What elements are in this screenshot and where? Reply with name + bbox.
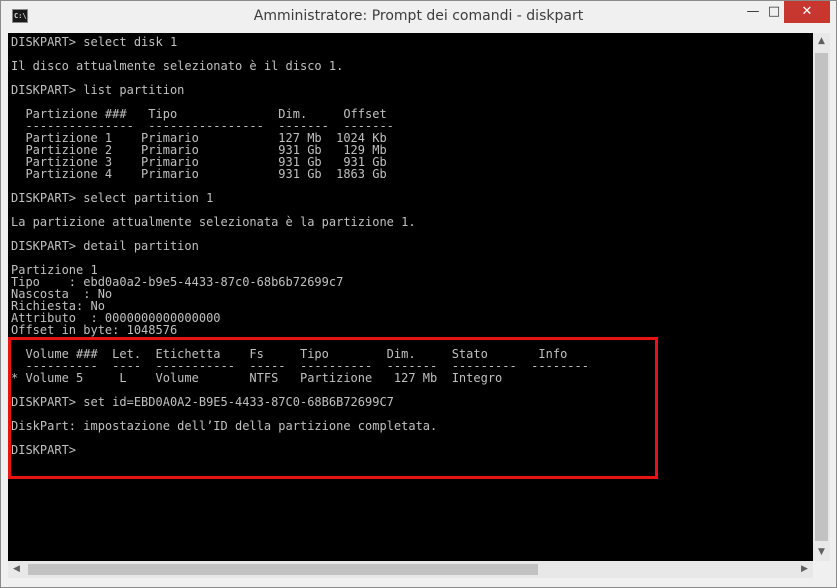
scroll-down-arrow-icon[interactable]: ▼ (813, 544, 830, 561)
console-line: DISKPART> (11, 443, 84, 457)
scroll-up-arrow-icon[interactable]: ▲ (813, 33, 830, 50)
console-line: DISKPART> set id=EBD0A0A2-B9E5-4433-87C0… (11, 395, 394, 409)
console-line: * Volume 5 L Volume NTFS Partizione 127 … (11, 371, 503, 385)
console-line: DISKPART> select partition 1 (11, 191, 214, 205)
vertical-scrollbar[interactable]: ▲ ▼ (813, 33, 830, 561)
console-line: Il disco attualmente selezionato è il di… (11, 59, 344, 73)
command-prompt-window: C:\. Amministratore: Prompt dei comandi … (0, 0, 837, 588)
scroll-right-arrow-icon[interactable]: ▶ (796, 561, 813, 578)
title-bar[interactable]: C:\. Amministratore: Prompt dei comandi … (1, 1, 836, 33)
scroll-left-arrow-icon[interactable]: ◀ (8, 561, 25, 578)
console-line: Offset in byte: 1048576 (11, 323, 178, 337)
scrollbar-corner (813, 561, 830, 578)
console-line: DiskPart: impostazione dell’ID della par… (11, 419, 438, 433)
vertical-scroll-thumb[interactable] (815, 53, 828, 541)
console-line: DISKPART> detail partition (11, 239, 199, 253)
console-line: La partizione attualmente selezionata è … (11, 215, 416, 229)
console-output[interactable]: DISKPART> select disk 1 Il disco attualme… (8, 33, 813, 561)
close-button[interactable]: ✕ (784, 1, 830, 23)
console-line: Partizione 4 Primario 931 Gb 1863 Gb (11, 167, 387, 181)
console-line: DISKPART> list partition (11, 83, 185, 97)
window-title: Amministratore: Prompt dei comandi - dis… (253, 8, 584, 24)
console-line: DISKPART> select disk 1 (11, 35, 178, 49)
horizontal-scroll-thumb[interactable] (28, 564, 538, 575)
horizontal-scrollbar[interactable]: ◀ ▶ (8, 561, 813, 578)
